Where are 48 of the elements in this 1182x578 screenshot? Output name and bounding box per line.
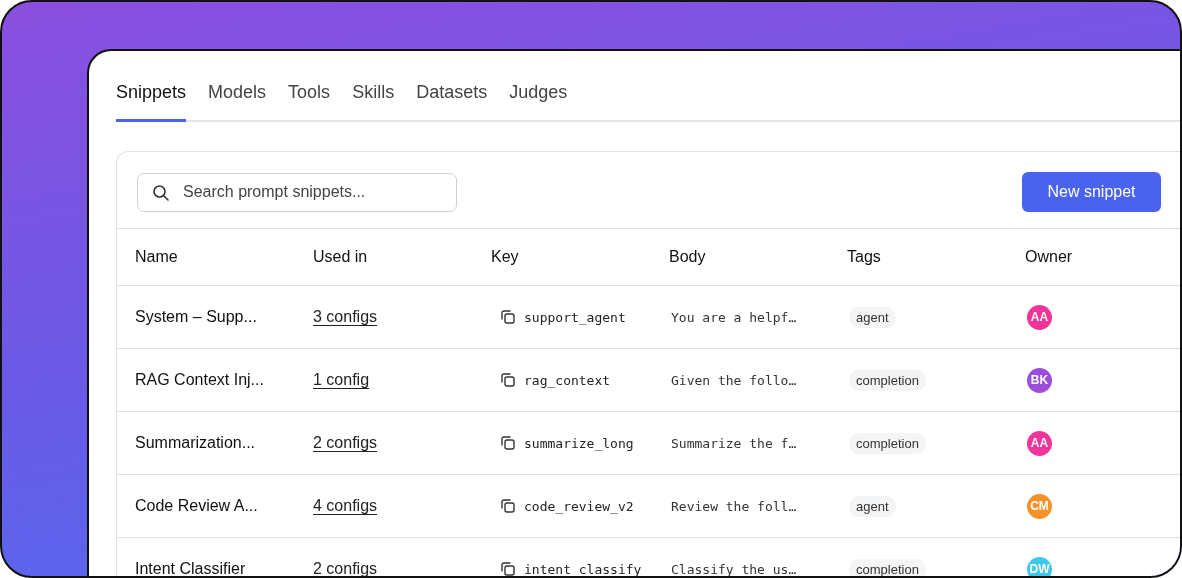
snippet-body: Given the follo…	[670, 372, 797, 388]
owner-avatar: AA	[1027, 430, 1052, 456]
copy-icon[interactable]	[501, 436, 515, 450]
column-header: Body	[669, 248, 706, 266]
tab[interactable]: Judges	[509, 82, 568, 122]
snippet-name: RAG Context Inj...	[135, 371, 264, 389]
used-in-link[interactable]: 3 configs	[313, 308, 378, 326]
snippet-body: Review the foll…	[670, 498, 797, 514]
snippet-key: code_review_v2	[524, 498, 634, 514]
tab[interactable]: Models	[208, 82, 267, 122]
snippet-name: System – Supp...	[135, 308, 257, 326]
tag-chip: agent	[849, 495, 896, 517]
tab[interactable]: Tools	[288, 82, 331, 122]
copy-icon[interactable]	[501, 373, 515, 387]
column-header: Owner	[1025, 248, 1073, 266]
used-in-link[interactable]: 1 config	[313, 371, 370, 389]
column-header: Key	[491, 248, 519, 266]
copy-icon[interactable]	[501, 310, 515, 324]
owner-avatar: CM	[1027, 493, 1052, 519]
tag-chip: completion	[849, 369, 926, 391]
snippet-body: Summarize the f…	[670, 435, 797, 451]
snippet-key: rag_context	[524, 372, 611, 388]
column-header: Used in	[313, 248, 368, 266]
tag-chip: agent	[849, 306, 896, 328]
copy-icon[interactable]	[501, 499, 515, 513]
owner-avatar: AA	[1027, 304, 1052, 330]
new-snippet-button[interactable]: New snippet	[1022, 172, 1161, 212]
snippet-name: Code Review A...	[135, 497, 258, 515]
copy-icon[interactable]	[501, 562, 515, 576]
search-field[interactable]: Search prompt snippets...	[137, 172, 457, 212]
tab[interactable]: Datasets	[416, 82, 488, 122]
owner-avatar: BK	[1027, 367, 1052, 393]
tag-chip: completion	[849, 558, 926, 576]
tab[interactable]: Snippets	[116, 82, 187, 122]
tab[interactable]: Skills	[352, 82, 395, 122]
snippet-body: Classify the us…	[670, 561, 797, 576]
column-header: Tags	[847, 248, 881, 266]
snippet-name: Intent Classifier	[135, 560, 246, 576]
snippet-name: Summarization...	[135, 434, 256, 452]
tag-chip: completion	[849, 432, 926, 454]
owner-avatar: DW	[1027, 556, 1052, 576]
snippet-body: You are a helpf…	[670, 309, 797, 325]
used-in-link[interactable]: 4 configs	[313, 497, 378, 515]
snippet-key: summarize_long	[524, 435, 634, 451]
snippet-key: intent_classify	[524, 561, 642, 576]
column-header: Name	[135, 248, 178, 266]
used-in-link[interactable]: 2 configs	[313, 434, 378, 452]
snippet-key: support_agent	[524, 309, 626, 325]
